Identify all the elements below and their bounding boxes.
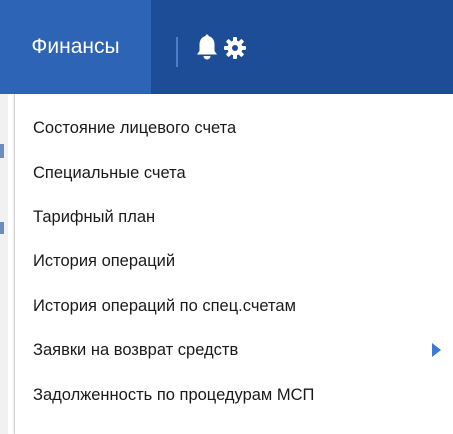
menu-item-special-accounts[interactable]: Специальные счета	[15, 153, 453, 193]
menu-item-msp-debt[interactable]: Задолженность по процедурам МСП	[15, 375, 453, 415]
menu-item-label: Тарифный план	[33, 207, 156, 226]
menu-item-special-accounts-history[interactable]: История операций по спец.счетам	[15, 286, 453, 326]
menu-item-label: Состояние лицевого счета	[33, 118, 237, 137]
menu-item-label: Заявки на возврат средств	[33, 340, 239, 359]
background-accent-mark	[0, 144, 4, 158]
bell-icon[interactable]	[195, 34, 225, 64]
menu-item-label: Специальные счета	[33, 163, 186, 182]
menu-item-operation-history[interactable]: История операций	[15, 241, 453, 281]
menu-item-refund-requests[interactable]: Заявки на возврат средств	[15, 330, 453, 370]
menu-item-label: История операций	[33, 251, 176, 270]
top-navigation-bar: Финансы	[0, 0, 453, 94]
background-accent-mark	[0, 222, 4, 234]
finance-menu-tab-label: Финансы	[31, 35, 120, 58]
menu-item-label: Задолженность по процедурам МСП	[33, 385, 315, 404]
finance-menu-tab[interactable]: Финансы	[0, 0, 151, 94]
topbar-divider	[176, 37, 178, 67]
chevron-right-icon	[432, 343, 441, 357]
background-page-edge	[0, 94, 8, 434]
finance-dropdown-menu: Состояние лицевого счета Специальные сче…	[14, 94, 453, 434]
gear-icon[interactable]	[223, 36, 253, 66]
menu-item-label: История операций по спец.счетам	[33, 296, 296, 315]
menu-item-tariff-plan[interactable]: Тарифный план	[15, 197, 453, 237]
menu-item-account-status[interactable]: Состояние лицевого счета	[15, 108, 453, 148]
